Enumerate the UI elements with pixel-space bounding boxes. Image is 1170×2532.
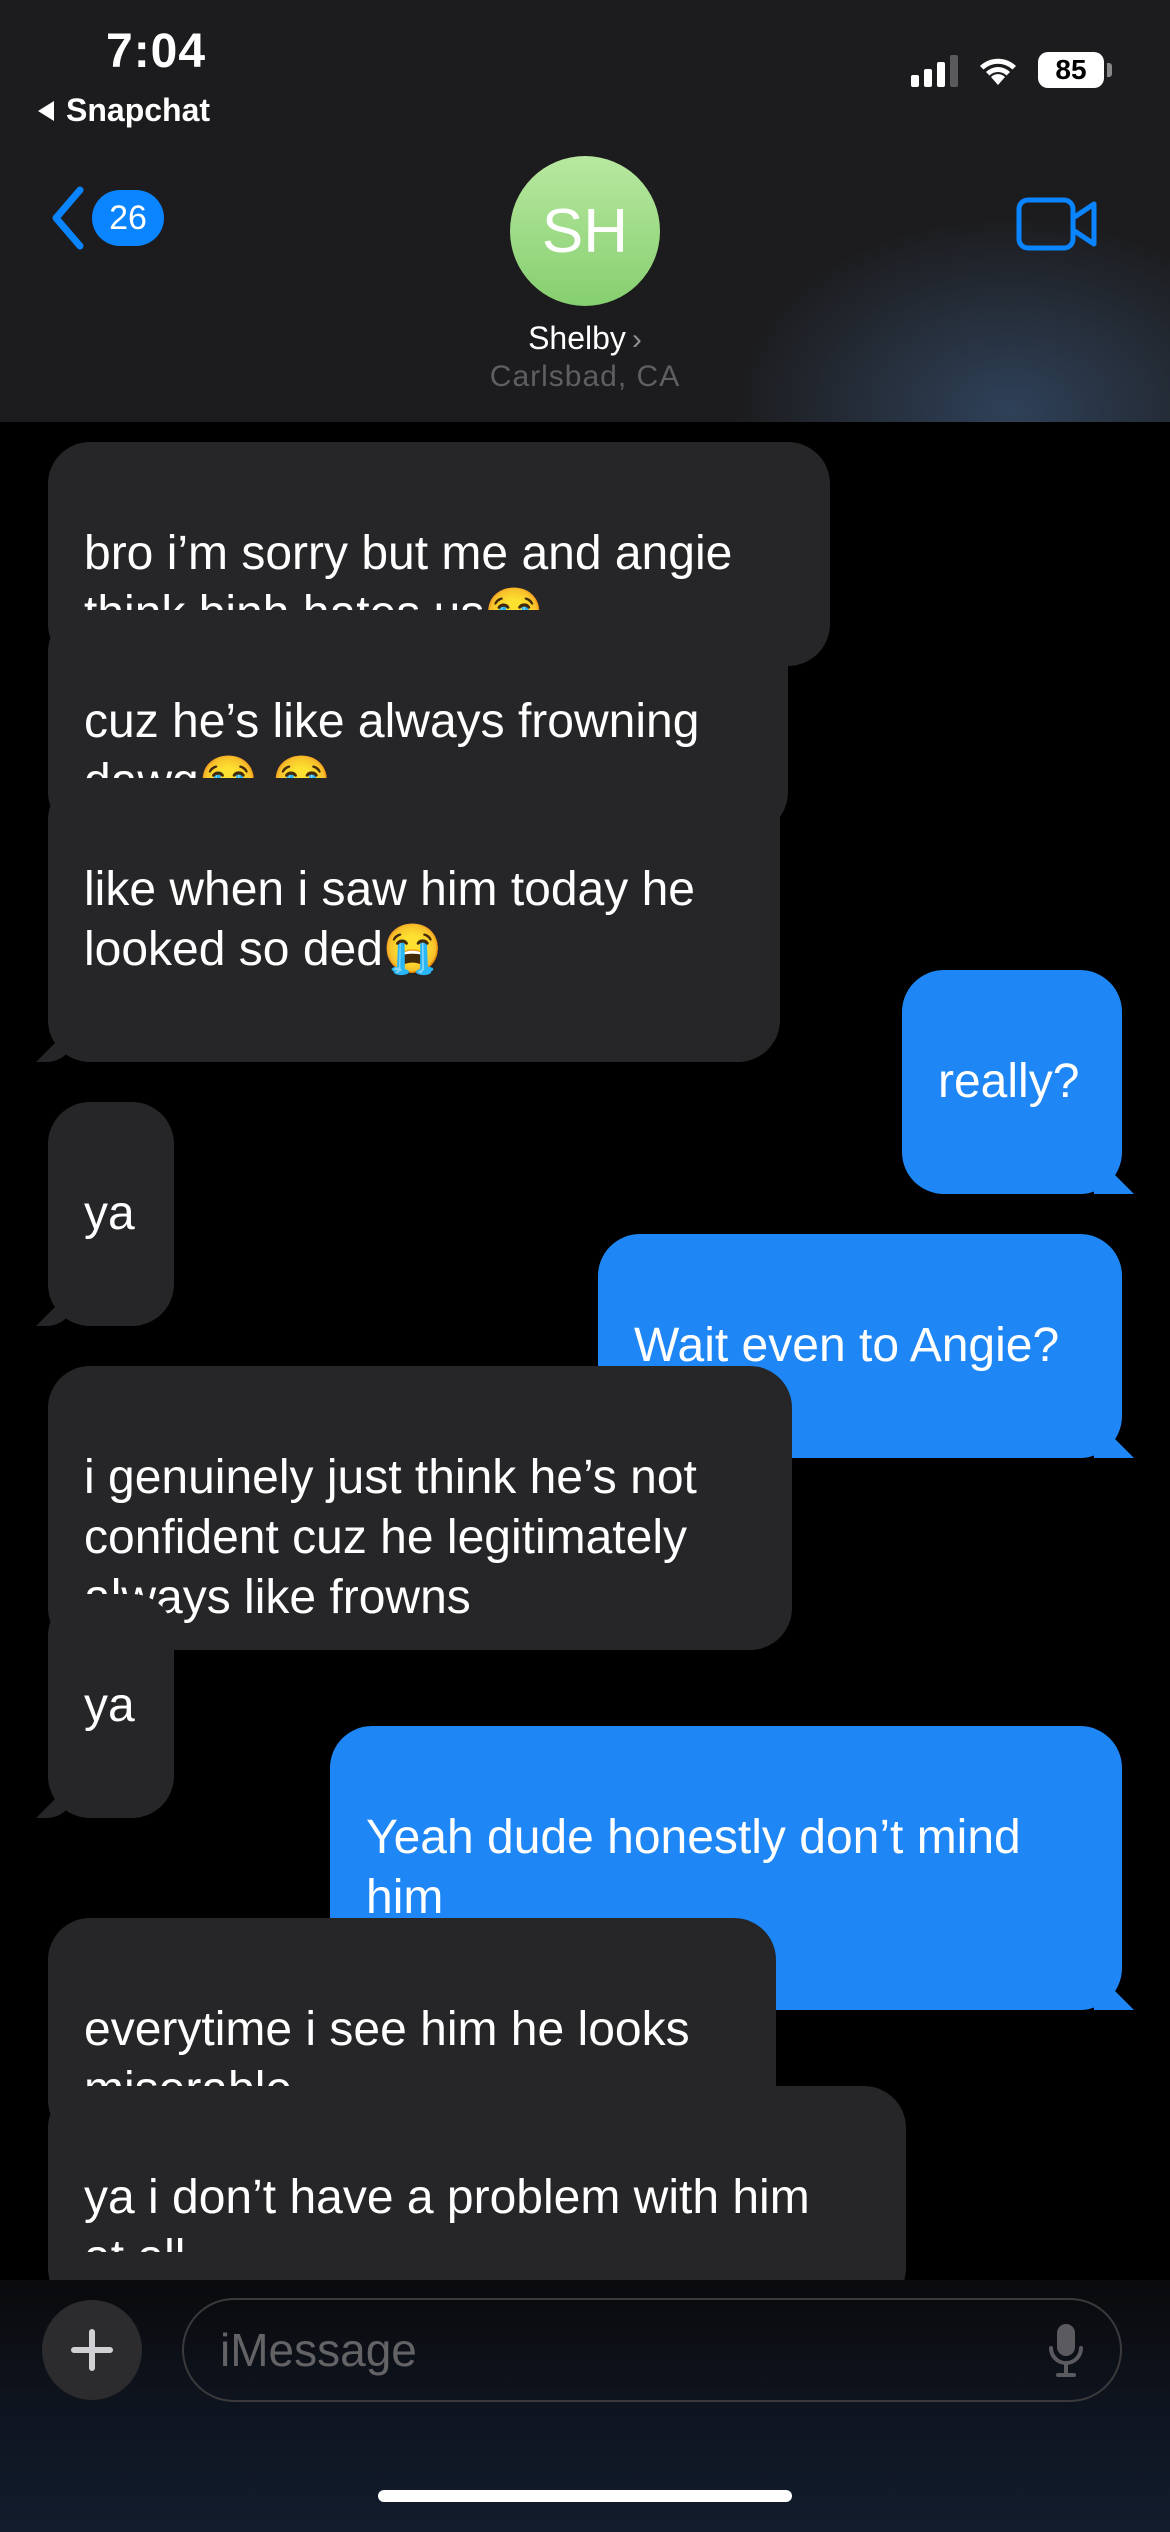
message-sent[interactable]: really? — [902, 970, 1134, 1194]
bubble-tail — [1094, 1970, 1134, 2010]
back-button[interactable]: 26 — [48, 186, 164, 250]
bubble-tail — [36, 1022, 76, 1062]
message-text: Wait even to Angie? — [634, 1319, 1060, 1372]
message-text: i genuinely just think he’s not confiden… — [84, 1451, 697, 1624]
message-input-placeholder: iMessage — [220, 2324, 417, 2376]
bubble-tail — [36, 1778, 76, 1818]
message-received[interactable]: like when i saw him today he looked so d… — [36, 778, 780, 1062]
back-triangle-icon — [38, 100, 54, 121]
contact-location: Carlsbad, CA — [489, 360, 681, 393]
video-call-button[interactable] — [1016, 196, 1098, 257]
contact-avatar[interactable]: SH — [510, 156, 660, 306]
bubble-tail — [1094, 1154, 1134, 1194]
video-camera-icon — [1016, 197, 1097, 251]
contact-name[interactable]: Shelby › — [0, 320, 1170, 357]
apps-button[interactable] — [42, 2300, 142, 2400]
bubble-tail — [1094, 1418, 1134, 1458]
microphone-icon[interactable] — [1048, 2322, 1084, 2378]
message-received[interactable]: ya — [36, 1102, 174, 1326]
message-text: ya — [84, 1679, 135, 1732]
plus-icon — [71, 2329, 113, 2371]
contact-name-label: Shelby — [528, 320, 626, 356]
back-app-label: Snapchat — [66, 92, 211, 128]
message-text: Yeah dude honestly don’t mind him — [366, 1811, 1021, 1924]
battery-icon: 85 — [1038, 52, 1112, 88]
back-chevron-icon — [52, 186, 84, 250]
message-received[interactable]: ya — [36, 1594, 174, 1818]
battery-level: 85 — [1038, 52, 1104, 88]
signal-icon — [911, 53, 958, 87]
home-indicator[interactable] — [378, 2490, 792, 2502]
message-text: really? — [938, 1055, 1080, 1108]
back-to-app-link[interactable]: Snapchat — [38, 92, 210, 129]
chevron-right-icon: › — [631, 323, 642, 356]
message-text: like when i saw him today he looked so d… — [84, 863, 695, 976]
wifi-icon — [980, 58, 1016, 85]
bubble-tail — [36, 1286, 76, 1326]
message-input[interactable]: iMessage — [182, 2298, 1122, 2402]
unread-count-badge: 26 — [92, 190, 164, 246]
message-text: ya — [84, 1187, 135, 1240]
status-time: 7:04 — [106, 25, 207, 78]
status-icons: 85 — [911, 52, 1112, 88]
